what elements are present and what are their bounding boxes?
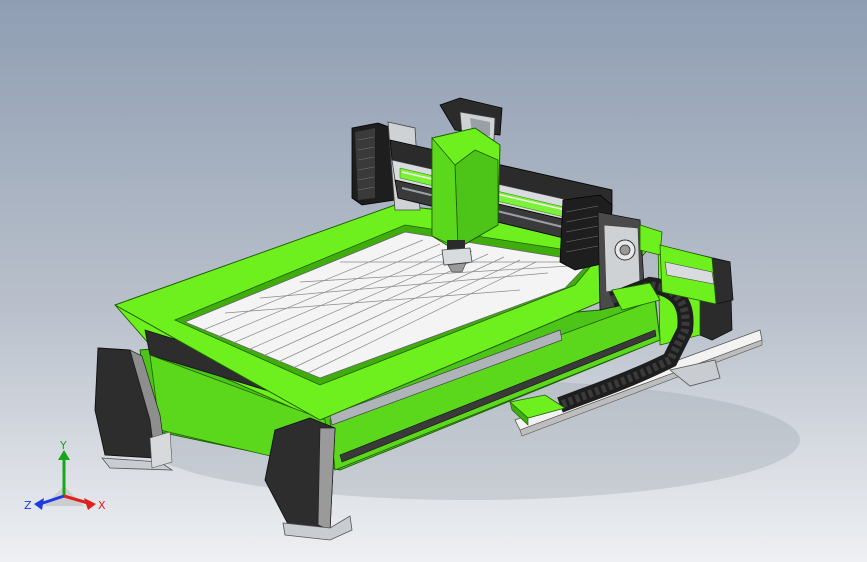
y-axis-label: Y	[59, 440, 67, 452]
z-axis-head	[34, 498, 44, 510]
z-axis-label: Z	[24, 499, 32, 512]
cnc-router-model[interactable]	[0, 0, 867, 562]
x-axis-label: X	[98, 499, 106, 512]
graphics-viewport[interactable]: Y X Z	[0, 0, 867, 562]
axis-triad: Y X Z	[24, 440, 106, 512]
x-axis-head	[84, 498, 96, 510]
